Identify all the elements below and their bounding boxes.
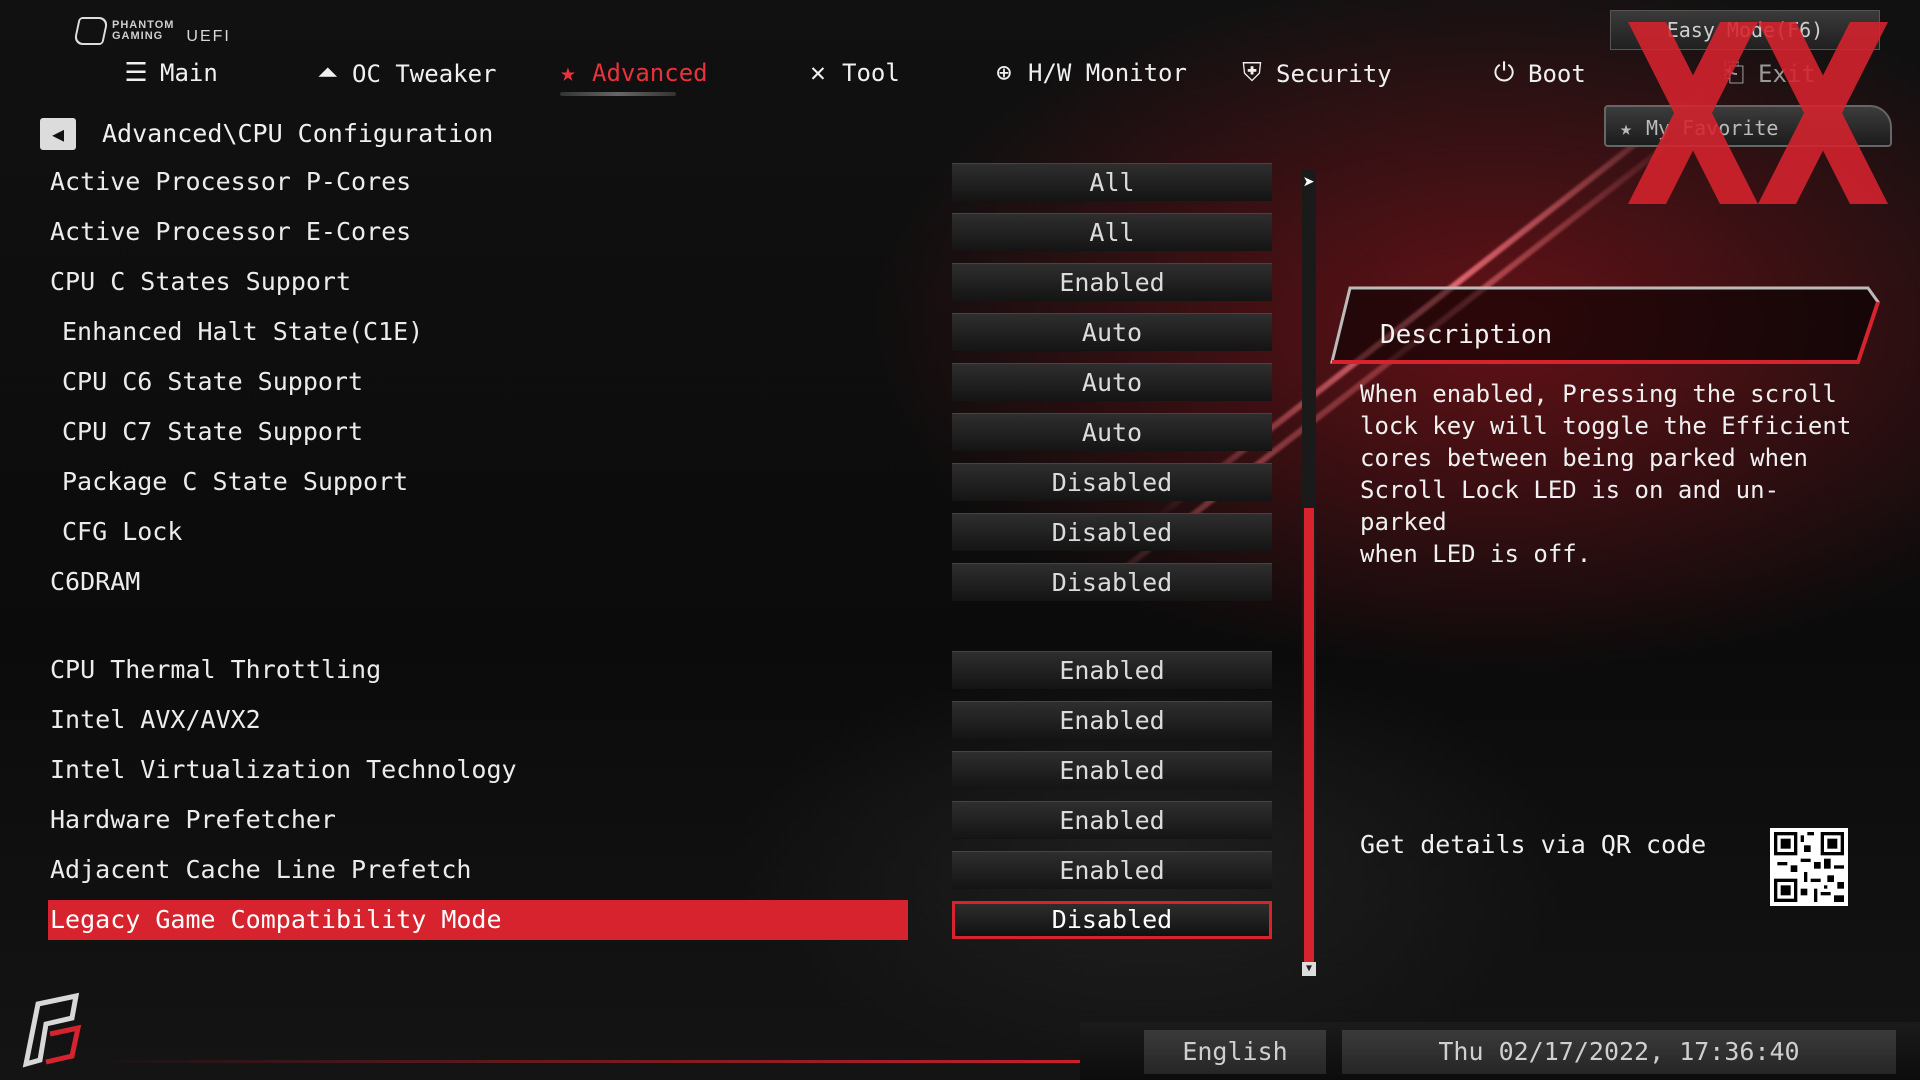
rocket-icon: ⏶ [317, 58, 339, 88]
breadcrumb: Advanced\CPU Configuration [102, 119, 494, 148]
tab-label: H/W Monitor [1028, 59, 1187, 87]
star-icon: ★ [560, 58, 576, 88]
active-tab-underline [560, 92, 676, 96]
power-icon: ⏻ [1493, 58, 1515, 88]
footer-accent-line [80, 1060, 1080, 1063]
setting-value-dropdown[interactable]: Enabled [952, 801, 1272, 839]
setting-label[interactable]: C6DRAM [50, 562, 140, 602]
tab-main[interactable]: ☰ Main [122, 58, 218, 88]
xx-watermark-logo [1628, 22, 1888, 204]
phantom-gaming-footer-logo-icon [22, 992, 82, 1068]
tools-icon: ✕ [810, 58, 826, 88]
setting-value-dropdown[interactable]: Disabled [952, 901, 1272, 939]
setting-value-dropdown[interactable]: Auto [952, 363, 1272, 401]
tab-oc-tweaker[interactable]: ⏶ OC Tweaker [314, 58, 497, 89]
setting-value-dropdown[interactable]: Enabled [952, 651, 1272, 689]
setting-value-dropdown[interactable]: Disabled [952, 513, 1272, 551]
tab-tool[interactable]: ✕ Tool [804, 58, 900, 88]
tab-boot[interactable]: ⏻ Boot [1490, 58, 1586, 89]
back-button[interactable]: ◀ [40, 118, 76, 150]
setting-label[interactable]: CPU C States Support [50, 262, 351, 302]
setting-label[interactable]: Active Processor E-Cores [50, 212, 411, 252]
setting-value-dropdown[interactable]: Enabled [952, 701, 1272, 739]
brand-line2: GAMING [112, 30, 164, 42]
setting-label[interactable]: CFG Lock [50, 512, 182, 552]
setting-label[interactable]: Intel AVX/AVX2 [50, 700, 261, 740]
setting-label[interactable]: Package C State Support [50, 462, 408, 502]
setting-label[interactable]: Enhanced Halt State(C1E) [50, 312, 423, 352]
brand-logo: PHANTOM GAMING UEFI [73, 16, 231, 46]
setting-label[interactable]: CPU C6 State Support [50, 362, 363, 402]
language-button[interactable]: English [1144, 1030, 1326, 1074]
qr-label: Get details via QR code [1360, 830, 1707, 859]
setting-value-dropdown[interactable]: Enabled [952, 851, 1272, 889]
tab-hw-monitor[interactable]: ⊕ H/W Monitor [990, 58, 1187, 88]
setting-value-dropdown[interactable]: All [952, 213, 1272, 251]
setting-value-dropdown[interactable]: Enabled [952, 263, 1272, 301]
setting-label[interactable]: Intel Virtualization Technology [50, 750, 517, 790]
shield-icon: ⛨ [1242, 58, 1262, 88]
qr-code-icon [1770, 828, 1848, 906]
back-arrow-icon: ◀ [51, 122, 65, 146]
scroll-down-icon[interactable]: ▼ [1302, 962, 1316, 976]
description-text: When enabled, Pressing the scroll lock k… [1360, 380, 1852, 568]
setting-label[interactable]: Legacy Game Compatibility Mode [48, 900, 908, 940]
phantom-gaming-logo-icon [73, 17, 109, 45]
tab-advanced[interactable]: ★ Advanced [554, 58, 708, 88]
setting-label[interactable]: Adjacent Cache Line Prefetch [50, 850, 471, 890]
scrollbar-thumb[interactable] [1304, 508, 1314, 966]
description-title: Description [1380, 320, 1553, 350]
setting-label[interactable]: Active Processor P-Cores [50, 162, 411, 202]
uefi-label: UEFI [186, 28, 231, 45]
tab-security[interactable]: ⛨ Security [1238, 58, 1392, 89]
setting-value-dropdown[interactable]: Disabled [952, 463, 1272, 501]
tab-label: Boot [1528, 59, 1586, 88]
setting-value-dropdown[interactable]: Auto [952, 413, 1272, 451]
tab-label: OC Tweaker [352, 59, 497, 88]
tab-label: Advanced [592, 59, 708, 87]
date-time-display: Thu 02/17/2022, 17:36:40 [1342, 1030, 1896, 1074]
tab-label: Security [1276, 59, 1392, 88]
setting-label[interactable]: CPU Thermal Throttling [50, 650, 381, 690]
setting-label[interactable]: Hardware Prefetcher [50, 800, 336, 840]
mouse-cursor-icon: ➤ [1303, 170, 1316, 194]
tab-label: Tool [842, 59, 900, 87]
setting-label[interactable]: CPU C7 State Support [50, 412, 363, 452]
setting-value-dropdown[interactable]: Disabled [952, 563, 1272, 601]
tab-label: Main [160, 59, 218, 87]
setting-value-dropdown[interactable]: Enabled [952, 751, 1272, 789]
crosshair-icon: ⊕ [996, 58, 1012, 88]
setting-value-dropdown[interactable]: All [952, 163, 1272, 201]
setting-value-dropdown[interactable]: Auto [952, 313, 1272, 351]
list-icon: ☰ [124, 58, 148, 88]
